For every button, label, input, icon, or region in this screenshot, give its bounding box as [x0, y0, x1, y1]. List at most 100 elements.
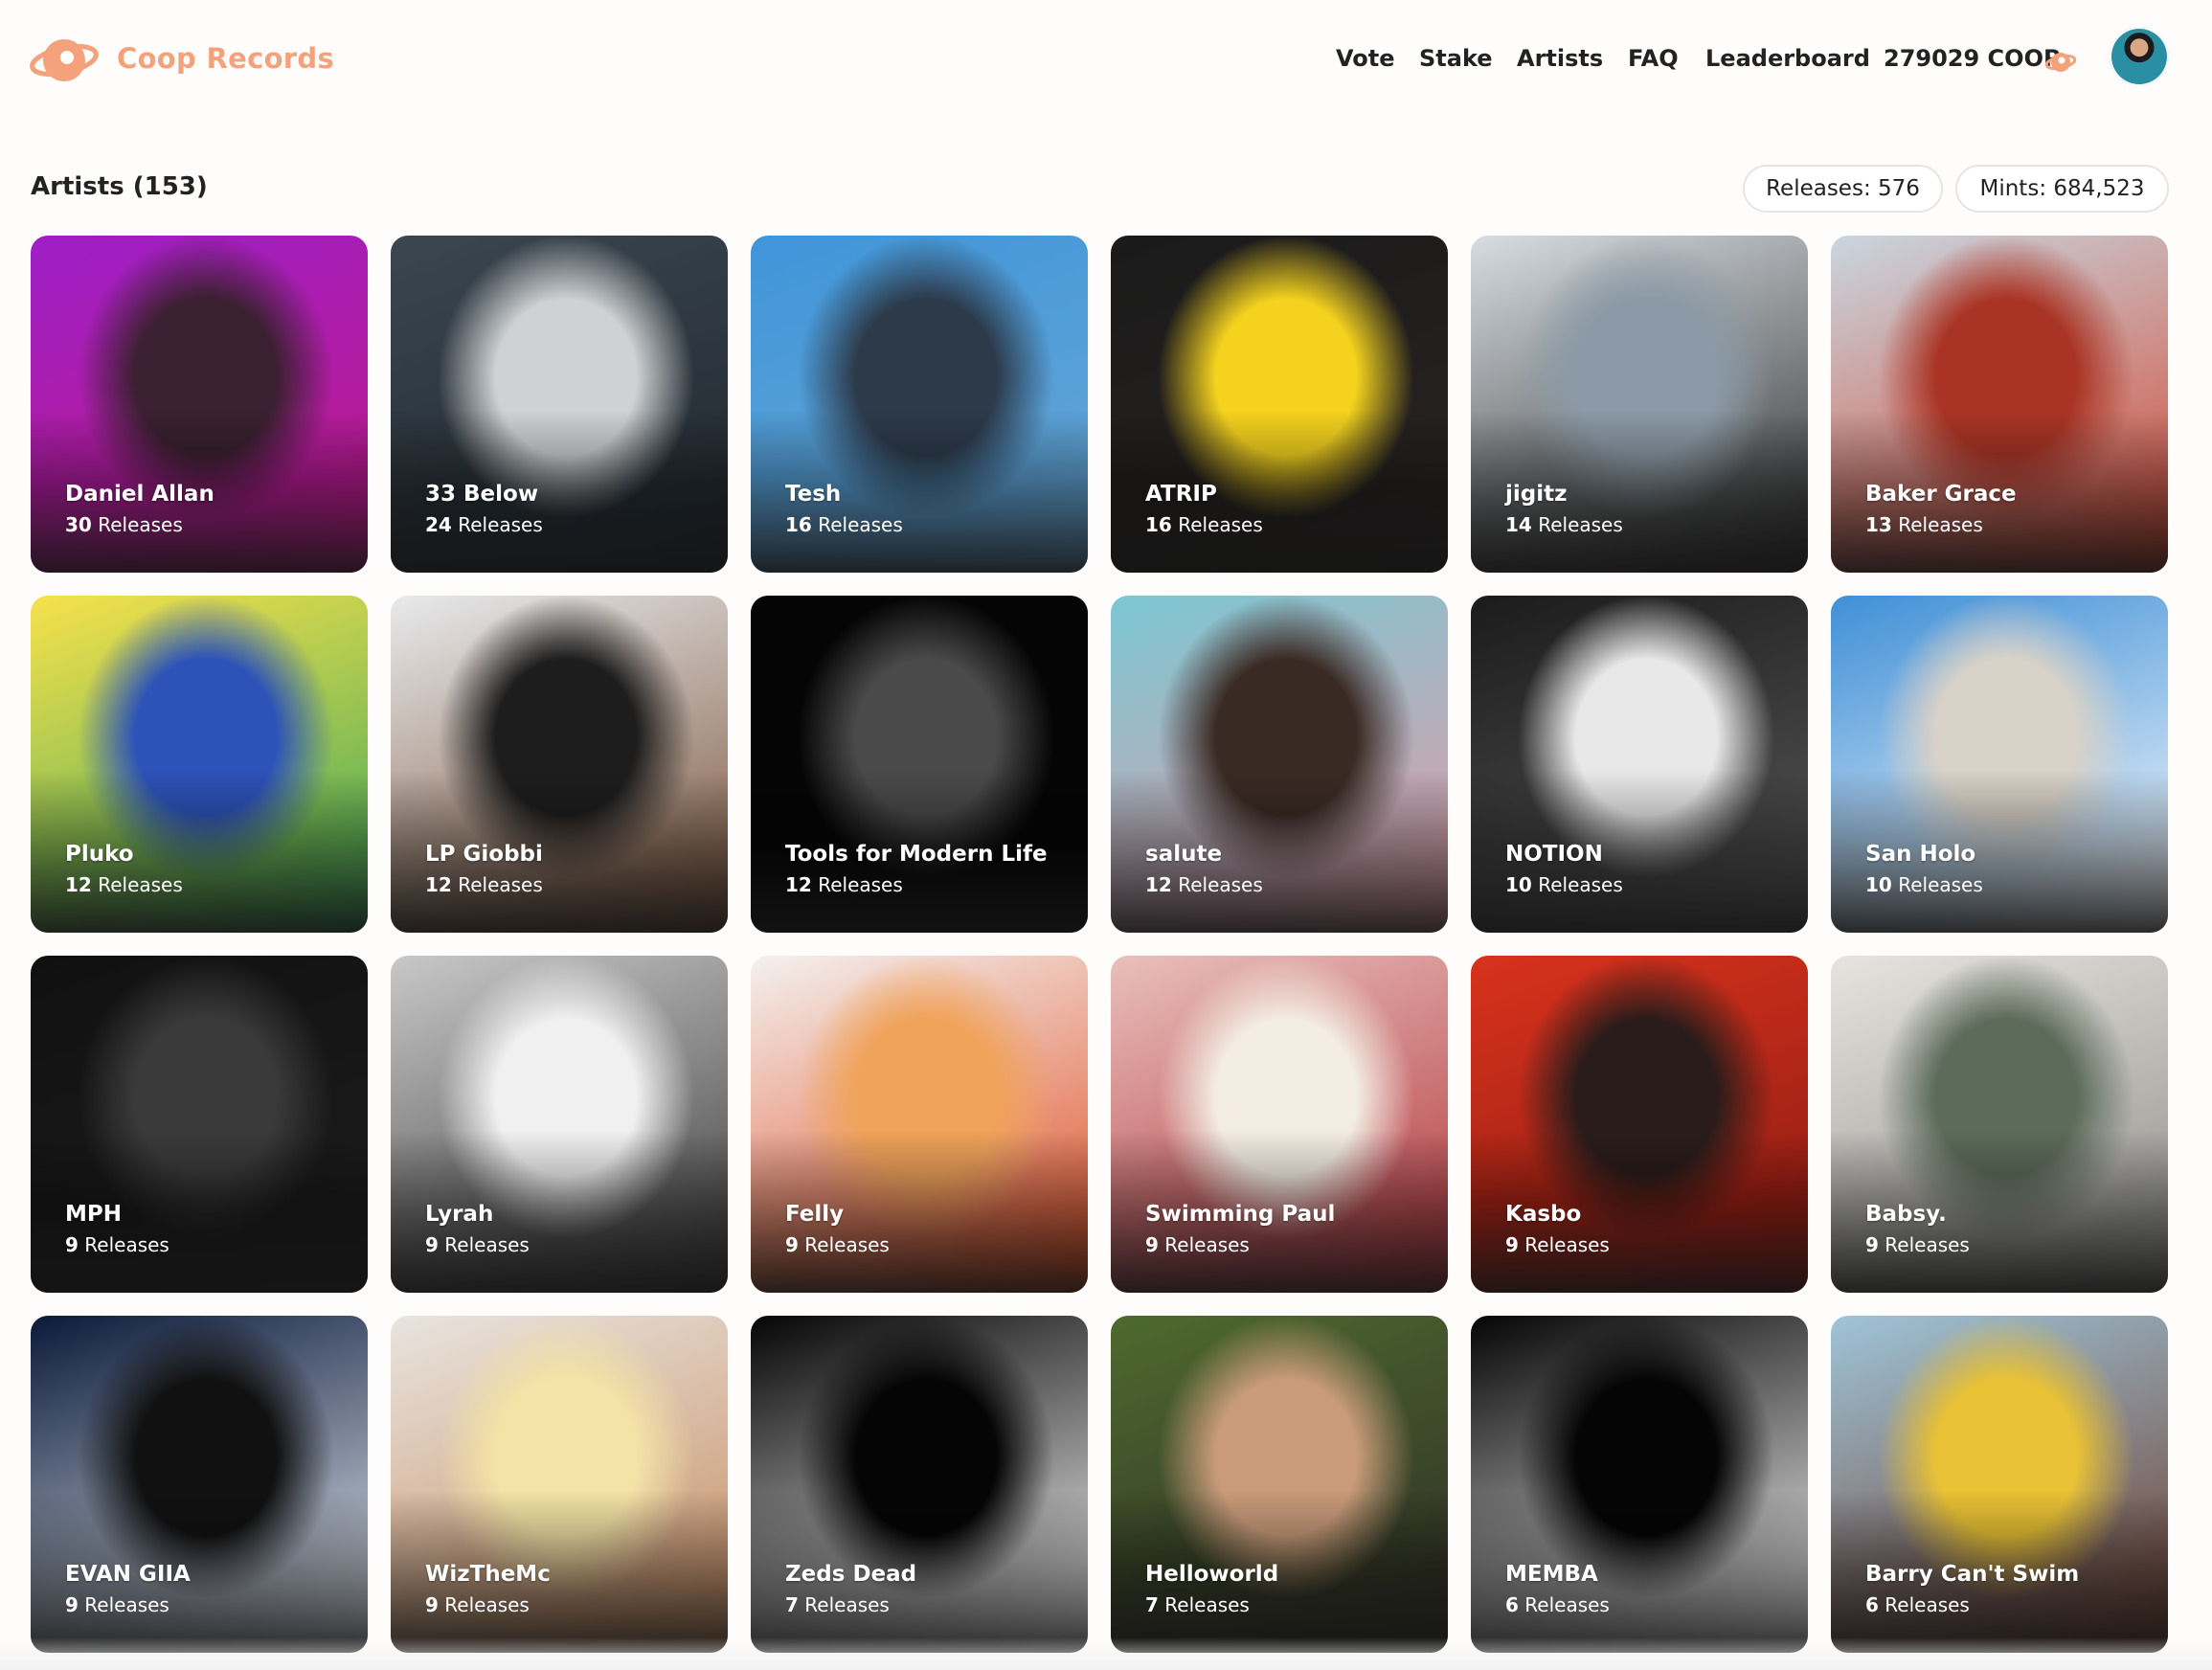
release-count-number: 10 [1505, 873, 1532, 896]
release-count-number: 9 [425, 1233, 439, 1256]
artist-card[interactable]: Pluko 12 Releases [31, 596, 368, 933]
artist-card[interactable]: Babsy. 9 Releases [1831, 956, 2168, 1293]
artist-card[interactable]: Helloworld 7 Releases [1111, 1316, 1448, 1653]
releases-count-pill: Releases: 576 [1743, 165, 1943, 213]
artist-name: MEMBA [1505, 1562, 1598, 1587]
artist-card[interactable]: LP Giobbi 12 Releases [391, 596, 728, 933]
user-avatar[interactable] [2110, 27, 2169, 86]
artist-name: NOTION [1505, 842, 1603, 867]
coop-balance[interactable]: 279029 COOP [1884, 45, 2061, 72]
artist-name: WizTheMc [425, 1562, 551, 1587]
artist-card[interactable]: MPH 9 Releases [31, 956, 368, 1293]
coop-logo-icon[interactable] [29, 29, 100, 92]
release-count-label: Releases [818, 873, 903, 896]
release-count-label: Releases [98, 873, 183, 896]
artist-card[interactable]: salute 12 Releases [1111, 596, 1448, 933]
artist-name: jigitz [1505, 482, 1568, 507]
artist-name: Baker Grace [1865, 482, 2017, 507]
release-count-label: Releases [1538, 513, 1623, 536]
artist-card[interactable]: Felly 9 Releases [751, 956, 1088, 1293]
release-count-label: Releases [1898, 873, 1983, 896]
release-count: 7 Releases [1145, 1593, 1250, 1616]
release-count: 9 Releases [65, 1593, 169, 1616]
release-count-label: Releases [1524, 1233, 1610, 1256]
release-count: 9 Releases [785, 1233, 890, 1256]
release-count: 6 Releases [1865, 1593, 1970, 1616]
release-count: 24 Releases [425, 513, 543, 536]
mints-count-pill: Mints: 684,523 [1955, 165, 2169, 213]
release-count-number: 12 [65, 873, 92, 896]
artist-card[interactable]: ATRIP 16 Releases [1111, 236, 1448, 573]
release-count: 7 Releases [785, 1593, 890, 1616]
artist-card[interactable]: Kasbo 9 Releases [1471, 956, 1808, 1293]
release-count: 10 Releases [1505, 873, 1623, 896]
release-count-label: Releases [1885, 1233, 1970, 1256]
release-count-number: 9 [785, 1233, 799, 1256]
nav-faq[interactable]: FAQ [1628, 45, 1679, 72]
artist-card[interactable]: WizTheMc 9 Releases [391, 1316, 728, 1653]
artist-card[interactable]: EVAN GIIA 9 Releases [31, 1316, 368, 1653]
artist-card[interactable]: Lyrah 9 Releases [391, 956, 728, 1293]
release-count-label: Releases [804, 1593, 890, 1616]
release-count-label: Releases [1164, 1593, 1250, 1616]
artist-card[interactable]: Swimming Paul 9 Releases [1111, 956, 1448, 1293]
release-count-label: Releases [98, 513, 183, 536]
release-count-label: Releases [1178, 513, 1263, 536]
artist-name: Tools for Modern Life [785, 842, 1048, 867]
release-count-label: Releases [444, 1233, 530, 1256]
artist-name: 33 Below [425, 482, 539, 507]
release-count-number: 24 [425, 513, 452, 536]
release-count: 9 Releases [425, 1593, 530, 1616]
artist-card[interactable]: MEMBA 6 Releases [1471, 1316, 1808, 1653]
release-count-number: 16 [785, 513, 812, 536]
artist-card[interactable]: jigitz 14 Releases [1471, 236, 1808, 573]
nav-artists[interactable]: Artists [1517, 45, 1603, 72]
nav-leaderboard[interactable]: Leaderboard [1705, 45, 1870, 72]
release-count-number: 7 [1145, 1593, 1159, 1616]
release-count: 12 Releases [65, 873, 183, 896]
release-count-label: Releases [818, 513, 903, 536]
release-count-label: Releases [1885, 1593, 1970, 1616]
release-count-number: 9 [425, 1593, 439, 1616]
top-header: Coop Records Vote Stake Artists FAQ Lead… [0, 0, 2212, 120]
release-count: 16 Releases [785, 513, 903, 536]
release-count: 16 Releases [1145, 513, 1263, 536]
release-count: 9 Releases [1145, 1233, 1250, 1256]
release-count: 14 Releases [1505, 513, 1623, 536]
artist-card[interactable]: Tools for Modern Life 12 Releases [751, 596, 1088, 933]
artist-card[interactable]: NOTION 10 Releases [1471, 596, 1808, 933]
artist-card[interactable]: Daniel Allan 30 Releases [31, 236, 368, 573]
artist-card[interactable]: Zeds Dead 7 Releases [751, 1316, 1088, 1653]
artist-name: LP Giobbi [425, 842, 543, 867]
release-count-label: Releases [1164, 1233, 1250, 1256]
release-count-label: Releases [1524, 1593, 1610, 1616]
release-count: 9 Releases [425, 1233, 530, 1256]
artist-name: EVAN GIIA [65, 1562, 191, 1587]
brand-name[interactable]: Coop Records [117, 42, 334, 75]
artist-card[interactable]: 33 Below 24 Releases [391, 236, 728, 573]
artist-card[interactable]: Tesh 16 Releases [751, 236, 1088, 573]
release-count-number: 12 [785, 873, 812, 896]
artist-name: Barry Can't Swim [1865, 1562, 2080, 1587]
artist-card[interactable]: Baker Grace 13 Releases [1831, 236, 2168, 573]
nav-stake[interactable]: Stake [1419, 45, 1493, 72]
artist-name: Zeds Dead [785, 1562, 917, 1587]
release-count-label: Releases [1898, 513, 1983, 536]
release-count-label: Releases [84, 1593, 169, 1616]
artist-name: Swimming Paul [1145, 1202, 1336, 1227]
artist-name: MPH [65, 1202, 122, 1227]
release-count: 9 Releases [1865, 1233, 1970, 1256]
artist-card[interactable]: San Holo 10 Releases [1831, 596, 2168, 933]
release-count-number: 6 [1505, 1593, 1519, 1616]
release-count-number: 16 [1145, 513, 1172, 536]
artist-name: Tesh [785, 482, 842, 507]
nav-vote[interactable]: Vote [1336, 45, 1395, 72]
release-count: 12 Releases [1145, 873, 1263, 896]
release-count: 30 Releases [65, 513, 183, 536]
coop-token-icon [2045, 53, 2076, 72]
artist-card[interactable]: Barry Can't Swim 6 Releases [1831, 1316, 2168, 1653]
artist-name: Helloworld [1145, 1562, 1279, 1587]
release-count-label: Releases [1178, 873, 1263, 896]
release-count: 6 Releases [1505, 1593, 1610, 1616]
release-count-number: 14 [1505, 513, 1532, 536]
